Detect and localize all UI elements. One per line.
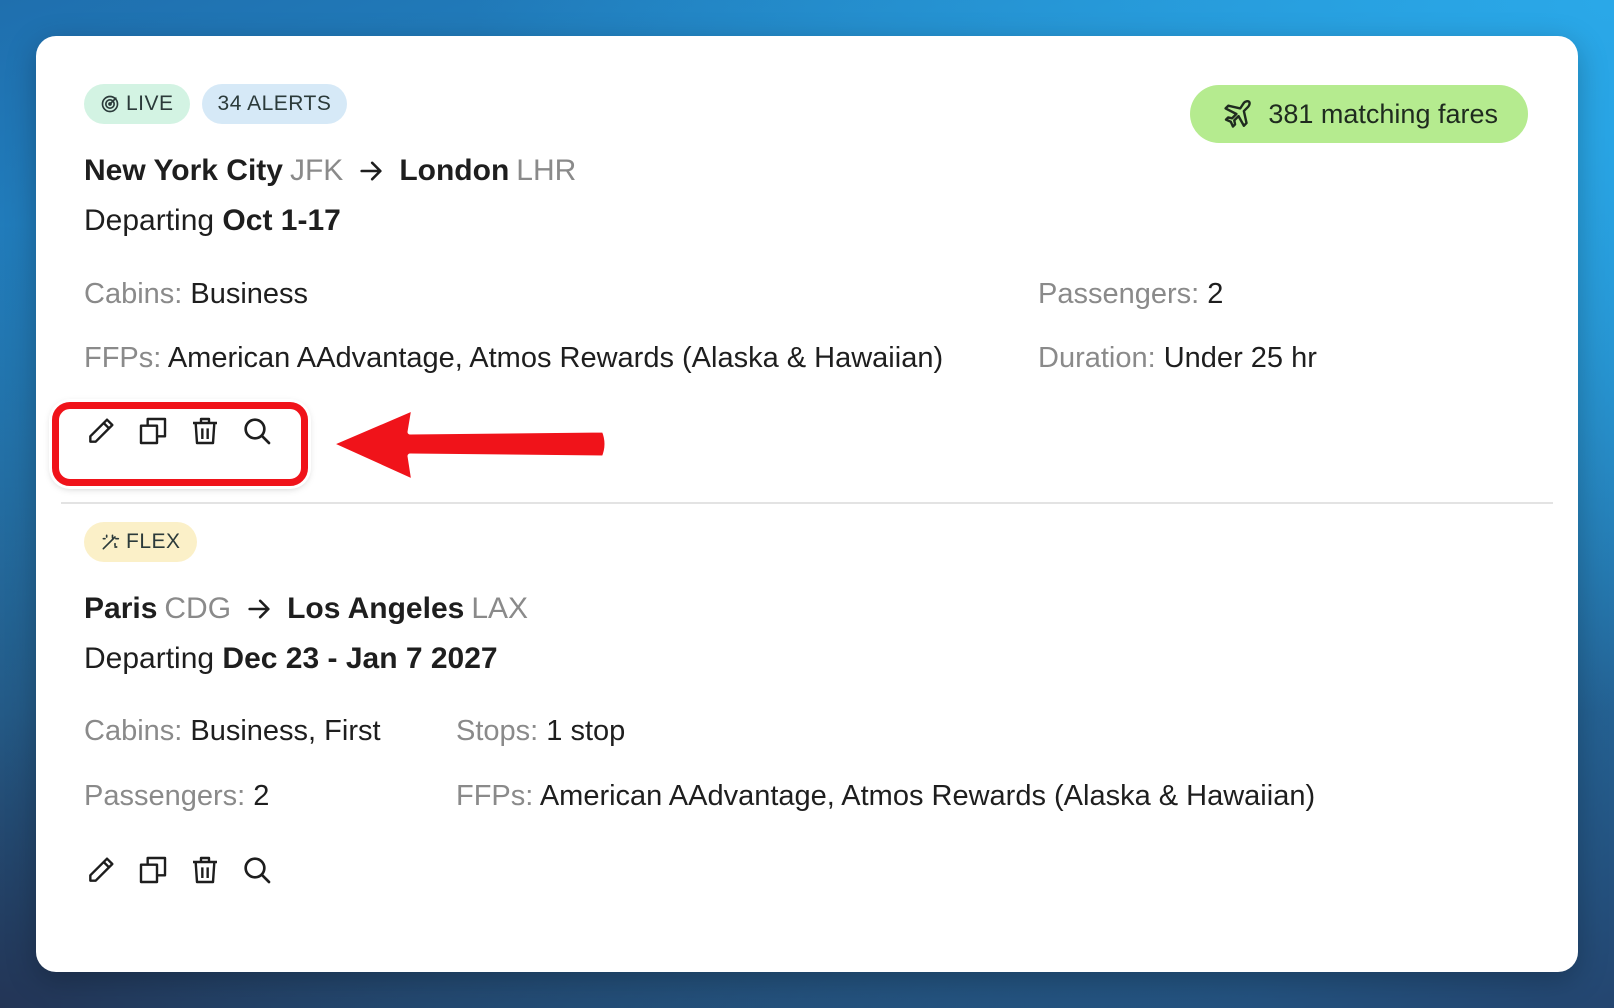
alerts-card: LIVE 34 ALERTS 381 matching fares New Yo… xyxy=(36,36,1578,972)
origin-city: New York City xyxy=(84,154,283,187)
duplicate-button[interactable] xyxy=(136,414,170,448)
ffps-field: FFPs: American AAdvantage, Atmos Rewards… xyxy=(84,342,943,375)
flex-badge: FLEX xyxy=(84,522,197,562)
passengers-field: Passengers: 2 xyxy=(84,780,269,813)
delete-button[interactable] xyxy=(188,414,222,448)
destination-city: London xyxy=(399,154,510,187)
delete-button[interactable] xyxy=(188,853,222,887)
departing-dates: Departing Dec 23 - Jan 7 2027 xyxy=(84,642,498,676)
annotation-arrow-icon xyxy=(327,405,610,485)
matching-fares-button[interactable]: 381 matching fares xyxy=(1190,85,1528,143)
route: New York City JFK London LHR xyxy=(84,154,576,188)
duration-field: Duration: Under 25 hr xyxy=(1038,342,1317,375)
origin-city: Paris xyxy=(84,592,158,625)
ffps-label: FFPs: xyxy=(456,780,534,812)
trash-icon xyxy=(193,417,217,445)
stops-field: Stops: 1 stop xyxy=(456,715,625,748)
cabins-field: Cabins: Business, First xyxy=(84,715,381,748)
passengers-value: 2 xyxy=(253,780,270,812)
ffps-label: FFPs: xyxy=(84,342,162,374)
departing-label: Departing xyxy=(84,642,215,675)
alert-item: FLEX Paris CDG Los Angeles LAX Departing… xyxy=(36,504,1578,972)
duplicate-button[interactable] xyxy=(136,853,170,887)
destination-code: LAX xyxy=(471,592,529,625)
badge-row: FLEX xyxy=(84,522,197,562)
stops-value: 1 stop xyxy=(546,715,626,747)
departing-dates: Departing Oct 1-17 xyxy=(84,204,341,238)
departing-range: Oct 1-17 xyxy=(222,204,341,237)
duplicate-icon xyxy=(139,856,167,884)
edit-pencil-icon xyxy=(89,857,114,882)
passengers-label: Passengers: xyxy=(1038,278,1200,310)
radar-icon xyxy=(101,95,119,113)
matching-fares-label: 381 matching fares xyxy=(1268,98,1498,129)
passengers-value: 2 xyxy=(1207,278,1224,310)
plane-icon xyxy=(1224,100,1252,128)
live-badge: LIVE xyxy=(84,84,190,124)
trash-icon xyxy=(193,856,217,884)
passengers-field: Passengers: 2 xyxy=(1038,278,1223,311)
edit-button[interactable] xyxy=(84,414,118,448)
search-icon xyxy=(244,857,271,884)
alert-item: LIVE 34 ALERTS 381 matching fares New Yo… xyxy=(36,36,1578,504)
alerts-count-badge: 34 ALERTS xyxy=(201,84,348,124)
badge-row: LIVE 34 ALERTS xyxy=(84,84,348,124)
cabins-label: Cabins: xyxy=(84,278,183,310)
flex-badge-label: FLEX xyxy=(126,530,181,553)
cabins-field: Cabins: Business xyxy=(84,278,308,311)
live-badge-label: LIVE xyxy=(126,92,174,115)
destination-city: Los Angeles xyxy=(287,592,465,625)
ffps-value: American AAdvantage, Atmos Rewards (Alas… xyxy=(167,342,944,374)
magic-wand-icon xyxy=(102,534,120,550)
ffps-field: FFPs: American AAdvantage, Atmos Rewards… xyxy=(456,780,1315,813)
search-icon xyxy=(244,418,271,445)
origin-code: CDG xyxy=(164,592,232,625)
stops-label: Stops: xyxy=(456,715,539,747)
edit-pencil-icon xyxy=(89,418,114,443)
departing-label: Departing xyxy=(84,204,215,237)
cabins-value: Business xyxy=(190,278,309,310)
arrow-right-icon xyxy=(357,157,385,185)
cabins-value: Business, First xyxy=(190,715,381,747)
alerts-count-label: 34 ALERTS xyxy=(217,92,332,115)
destination-code: LHR xyxy=(516,154,577,187)
search-button[interactable] xyxy=(240,414,274,448)
duration-label: Duration: xyxy=(1038,342,1156,374)
duration-value: Under 25 hr xyxy=(1163,342,1317,374)
route: Paris CDG Los Angeles LAX xyxy=(84,592,528,626)
origin-code: JFK xyxy=(289,154,344,187)
ffps-value: American AAdvantage, Atmos Rewards (Alas… xyxy=(539,780,1316,812)
search-button[interactable] xyxy=(240,853,274,887)
arrow-right-icon xyxy=(245,595,273,623)
edit-button[interactable] xyxy=(84,853,118,887)
departing-range: Dec 23 - Jan 7 2027 xyxy=(222,642,498,675)
action-toolbar xyxy=(84,853,274,887)
action-toolbar xyxy=(84,414,274,448)
passengers-label: Passengers: xyxy=(84,780,246,812)
cabins-label: Cabins: xyxy=(84,715,183,747)
duplicate-icon xyxy=(139,417,167,445)
